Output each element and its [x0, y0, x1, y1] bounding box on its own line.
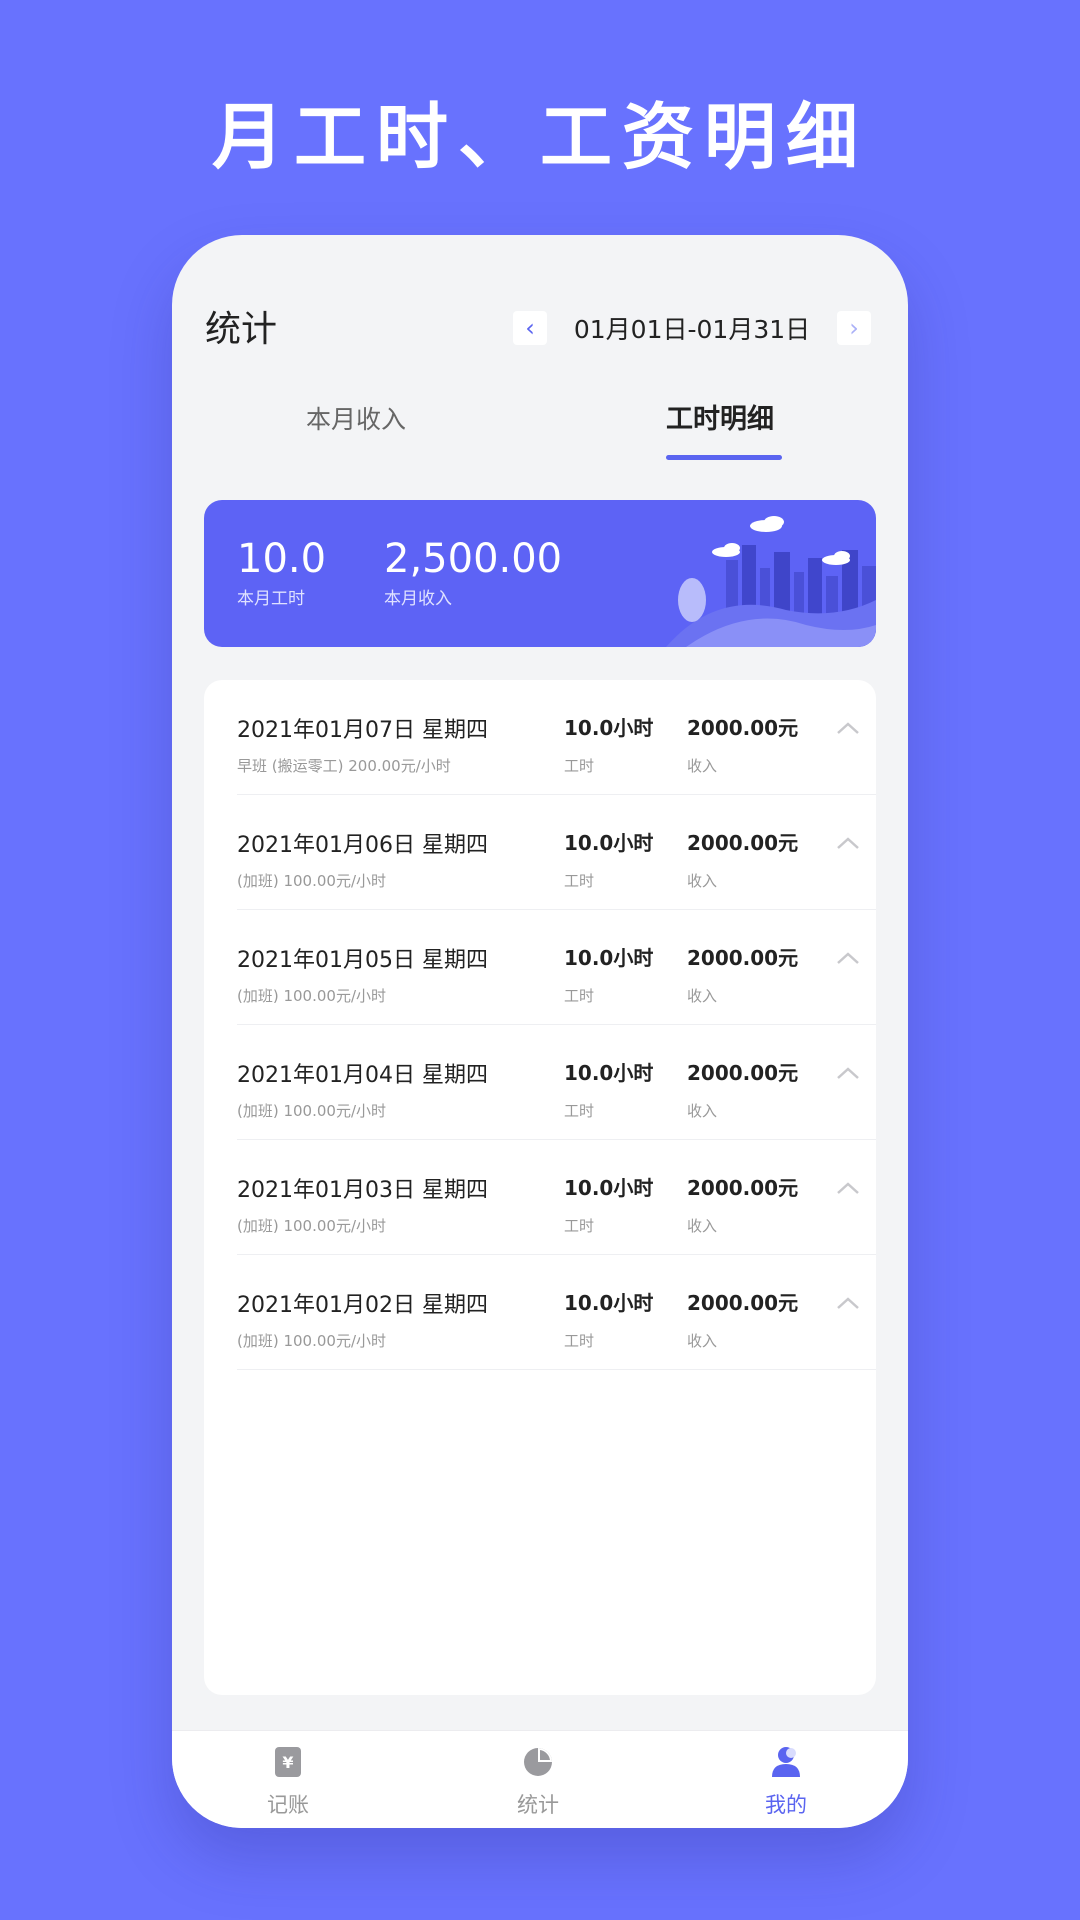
monthly-hours-label: 本月工时 [237, 589, 305, 609]
record-detail: (加班) 100.00元/小时 [237, 1217, 387, 1235]
summary-card: 10.0 本月工时 2,500.00 本月收入 [204, 500, 876, 647]
svg-text:¥: ¥ [282, 1753, 293, 1772]
record-detail: (加班) 100.00元/小时 [237, 987, 387, 1005]
record-date: 2021年01月05日 星期四 [237, 948, 488, 973]
tab-hours-detail[interactable]: 工时明细 [666, 395, 774, 445]
record-row[interactable]: 2021年01月03日 星期四 (加班) 100.00元/小时 10.0小时 工… [237, 1140, 876, 1255]
record-hours-label: 工时 [564, 1332, 595, 1350]
chevron-up-icon[interactable] [834, 718, 862, 738]
record-hours: 10.0小时 [564, 1061, 654, 1085]
record-amount-label: 收入 [687, 1332, 718, 1350]
record-hours-label: 工时 [564, 757, 595, 775]
record-hours-label: 工时 [564, 872, 595, 890]
record-detail: (加班) 100.00元/小时 [237, 872, 387, 890]
monthly-hours-value: 10.0 [237, 536, 327, 582]
record-amount: 2000.00元 [687, 1176, 799, 1200]
tab-monthly-income[interactable]: 本月收入 [306, 395, 406, 445]
record-amount-label: 收入 [687, 1102, 718, 1120]
phone-screen: 统计 ‹ 01月01日-01月31日 › 本月收入 工时明细 10.0 本月工时… [172, 235, 908, 1828]
monthly-hours: 10.0 本月工时 [237, 536, 326, 609]
tabbar-item-stats[interactable]: 统计 [478, 1745, 598, 1819]
page-title: 统计 [205, 309, 278, 350]
city-illustration [666, 516, 876, 647]
monthly-income-value: 2,500.00 [384, 536, 563, 582]
tabbar-label-mine: 我的 [765, 1793, 807, 1817]
tabbar-item-ledger[interactable]: ¥ 记账 [228, 1745, 348, 1819]
tabbar-label-stats: 统计 [517, 1793, 559, 1817]
record-amount: 2000.00元 [687, 831, 799, 855]
record-hours: 10.0小时 [564, 1291, 654, 1315]
date-range[interactable]: 01月01日-01月31日 [557, 305, 827, 355]
chevron-up-icon[interactable] [834, 1293, 862, 1313]
record-detail: (加班) 100.00元/小时 [237, 1332, 387, 1350]
chevron-up-icon[interactable] [834, 1063, 862, 1083]
tabbar-label-ledger: 记账 [267, 1793, 309, 1817]
chevron-right-icon: › [849, 314, 859, 342]
record-date: 2021年01月04日 星期四 [237, 1063, 488, 1088]
record-date: 2021年01月03日 星期四 [237, 1178, 488, 1203]
record-hours-label: 工时 [564, 1102, 595, 1120]
record-amount-label: 收入 [687, 872, 718, 890]
tabbar-item-mine[interactable]: 我的 [726, 1745, 846, 1819]
record-row[interactable]: 2021年01月06日 星期四 (加班) 100.00元/小时 10.0小时 工… [237, 795, 876, 910]
chevron-up-icon[interactable] [834, 1178, 862, 1198]
record-amount-label: 收入 [687, 1217, 718, 1235]
prev-period-button[interactable]: ‹ [513, 311, 547, 345]
bottom-tab-bar: ¥ 记账 统计 我的 [172, 1730, 908, 1828]
record-row[interactable]: 2021年01月02日 星期四 (加班) 100.00元/小时 10.0小时 工… [237, 1255, 876, 1370]
header: 统计 ‹ 01月01日-01月31日 › [205, 305, 875, 355]
monthly-income-label: 本月收入 [384, 589, 452, 609]
record-hours: 10.0小时 [564, 831, 654, 855]
chevron-up-icon[interactable] [834, 833, 862, 853]
record-detail: (加班) 100.00元/小时 [237, 1102, 387, 1120]
record-date: 2021年01月02日 星期四 [237, 1293, 488, 1318]
record-list: 2021年01月07日 星期四 早班 (搬运零工) 200.00元/小时 10.… [204, 680, 876, 1695]
record-row[interactable]: 2021年01月05日 星期四 (加班) 100.00元/小时 10.0小时 工… [237, 910, 876, 1025]
record-amount-label: 收入 [687, 987, 718, 1005]
record-hours-label: 工时 [564, 1217, 595, 1235]
monthly-income: 2,500.00 本月收入 [384, 536, 562, 609]
next-period-button[interactable]: › [837, 311, 871, 345]
record-amount: 2000.00元 [687, 946, 799, 970]
record-amount-label: 收入 [687, 757, 718, 775]
record-amount: 2000.00元 [687, 1061, 799, 1085]
user-icon [772, 1747, 800, 1777]
active-tab-indicator [666, 455, 782, 460]
tab-bar: 本月收入 工时明细 [172, 395, 908, 465]
record-row[interactable]: 2021年01月07日 星期四 早班 (搬运零工) 200.00元/小时 10.… [237, 680, 876, 795]
record-date: 2021年01月06日 星期四 [237, 833, 488, 858]
record-hours: 10.0小时 [564, 946, 654, 970]
record-amount: 2000.00元 [687, 1291, 799, 1315]
pie-chart-icon [524, 1748, 552, 1776]
record-detail: 早班 (搬运零工) 200.00元/小时 [237, 757, 451, 775]
record-row[interactable]: 2021年01月04日 星期四 (加班) 100.00元/小时 10.0小时 工… [237, 1025, 876, 1140]
record-hours: 10.0小时 [564, 716, 654, 740]
record-hours-label: 工时 [564, 987, 595, 1005]
record-date: 2021年01月07日 星期四 [237, 718, 488, 743]
ledger-icon: ¥ [275, 1747, 301, 1777]
record-hours: 10.0小时 [564, 1176, 654, 1200]
record-amount: 2000.00元 [687, 716, 799, 740]
promo-headline: 月工时、工资明细 [211, 95, 868, 179]
chevron-left-icon: ‹ [525, 314, 535, 342]
chevron-up-icon[interactable] [834, 948, 862, 968]
